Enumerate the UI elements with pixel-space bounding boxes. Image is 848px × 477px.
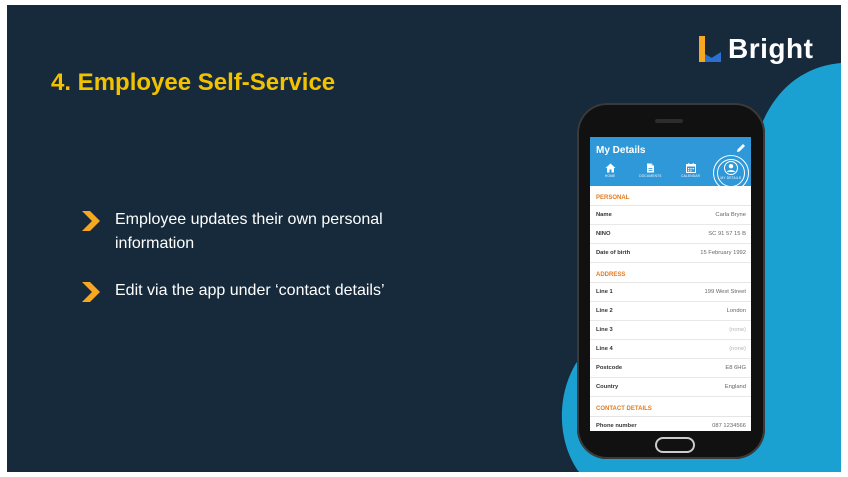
row-value: 15 February 1992: [700, 250, 746, 256]
row-value: London: [726, 308, 746, 314]
nav-label: DOCUMENTS: [639, 174, 662, 178]
chevron-right-icon: [82, 211, 100, 231]
phone-screen: My Details HOME DOCUMENTS CALENDAR MY DE…: [590, 137, 751, 431]
section-personal: PERSONAL Name Carla Bryne NINO SC 91 57 …: [590, 186, 751, 263]
bullet-text: Employee updates their own personal info…: [115, 211, 383, 252]
detail-row: Line 2 London: [590, 302, 751, 321]
calendar-icon: [685, 163, 696, 173]
phone-speaker: [655, 119, 683, 123]
home-icon: [605, 163, 616, 173]
nav-item-calendar[interactable]: CALENDAR: [671, 163, 711, 185]
row-label: Name: [596, 212, 612, 218]
bullet-list: Employee updates their own personal info…: [79, 208, 459, 303]
edit-pencil-icon[interactable]: [736, 143, 746, 153]
nav-label: CALENDAR: [681, 174, 701, 178]
row-value: (none): [729, 346, 746, 352]
detail-row: Postcode E8 6HG: [590, 359, 751, 378]
row-label: Line 2: [596, 308, 613, 314]
bright-logo-mark-icon: [699, 36, 721, 62]
row-label: Line 4: [596, 346, 613, 352]
slide: Bright 4. Employee Self-Service Employee…: [7, 5, 841, 472]
section-contact-details: CONTACT DETAILS Phone number 087 1234566: [590, 397, 751, 431]
detail-row: Line 3 (none): [590, 321, 751, 340]
detail-row: NINO SC 91 57 15 B: [590, 225, 751, 244]
row-value: England: [724, 384, 746, 390]
brand-name: Bright: [728, 33, 814, 64]
bullet-text: Edit via the app under ‘contact details’: [115, 282, 385, 299]
phone-home-button: [655, 437, 695, 453]
document-icon: [646, 163, 654, 173]
bullet-item: Edit via the app under ‘contact details’: [79, 279, 459, 303]
row-label: Date of birth: [596, 250, 631, 256]
detail-row: Line 1 199 West Street: [590, 283, 751, 302]
chevron-right-icon: [82, 282, 100, 302]
phone-mockup: My Details HOME DOCUMENTS CALENDAR MY DE…: [577, 103, 765, 459]
row-label: Line 3: [596, 327, 613, 333]
highlight-ring: [716, 159, 745, 187]
section-title: CONTACT DETAILS: [590, 397, 751, 417]
row-label: Country: [596, 384, 619, 390]
section-title: ADDRESS: [590, 263, 751, 283]
slide-title: 4. Employee Self-Service: [51, 69, 336, 96]
row-label: NINO: [596, 231, 611, 237]
detail-row: Line 4 (none): [590, 340, 751, 359]
detail-row: Name Carla Bryne: [590, 206, 751, 225]
row-value: 199 West Street: [704, 289, 746, 295]
app-bottom-nav: HOME DOCUMENTS CALENDAR MY DETAILS: [590, 155, 751, 191]
row-label: Phone number: [596, 423, 637, 429]
detail-row: Date of birth 15 February 1992: [590, 244, 751, 263]
row-value: 087 1234566: [712, 423, 746, 429]
detail-row: Country England: [590, 378, 751, 397]
row-value: E8 6HG: [725, 365, 746, 371]
row-label: Postcode: [596, 365, 623, 371]
bullet-item: Employee updates their own personal info…: [79, 208, 459, 256]
row-label: Line 1: [596, 289, 613, 295]
section-address: ADDRESS Line 1 199 West Street Line 2 Lo…: [590, 263, 751, 397]
row-value: (none): [729, 327, 746, 333]
bright-logo: Bright: [697, 33, 813, 65]
nav-item-my-details[interactable]: MY DETAILS: [711, 155, 751, 191]
app-header: My Details HOME DOCUMENTS CALENDAR MY DE…: [590, 137, 751, 191]
nav-item-home[interactable]: HOME: [590, 163, 630, 185]
row-value: Carla Bryne: [715, 212, 746, 218]
nav-label: HOME: [604, 174, 616, 178]
detail-row: Phone number 087 1234566: [590, 417, 751, 431]
app-header-title: My Details: [596, 145, 646, 156]
row-value: SC 91 57 15 B: [708, 231, 746, 237]
nav-item-documents[interactable]: DOCUMENTS: [630, 163, 670, 185]
